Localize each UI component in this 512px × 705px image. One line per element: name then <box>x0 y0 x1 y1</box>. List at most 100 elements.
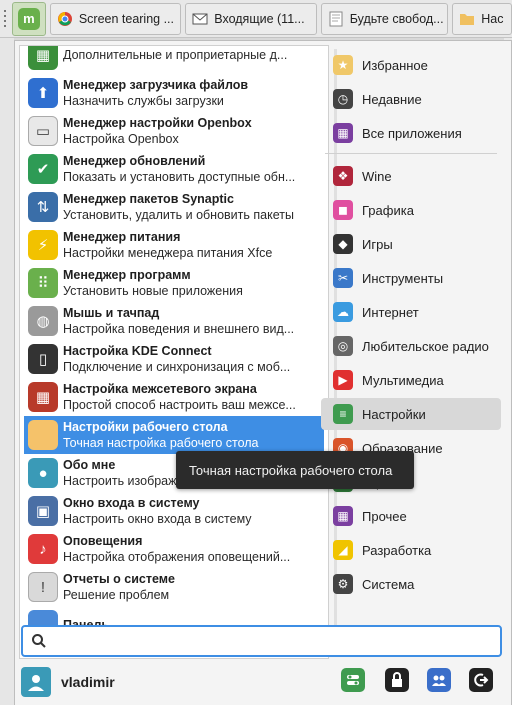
login-icon: ▣ <box>28 496 58 526</box>
app-name: Оповещения <box>63 534 143 548</box>
shield-icon: ✔ <box>28 154 58 184</box>
app-item[interactable]: ♪ Оповещения Настройка отображения оповеще… <box>24 530 324 568</box>
category-label: Игры <box>362 236 393 252</box>
category-gear[interactable]: ⚙ Система <box>321 568 501 600</box>
app-texts: Дополнительные и проприетарные д... <box>63 47 321 63</box>
task-document[interactable]: Будьте свобод... <box>320 2 449 35</box>
app-item[interactable]: ▣ Окно входа в систему Настроить окно вход… <box>24 492 324 530</box>
app-description: Простой способ настроить ваш межсе... <box>63 398 296 412</box>
scissors-icon: ✂ <box>333 268 353 288</box>
category-apps[interactable]: ▦ Все приложения <box>321 117 501 149</box>
category-clock[interactable]: ◷ Недавние <box>321 83 501 115</box>
settings-button[interactable] <box>341 668 365 692</box>
category-radio[interactable]: ◎ Любительское радио <box>321 330 501 362</box>
app-texts: Окно входа в систему Настроить окно входа… <box>63 495 321 527</box>
category-separator <box>325 153 497 154</box>
app-item[interactable]: ⇅ Менеджер пакетов Synaptic Установить, уд… <box>24 188 324 226</box>
app-name: Менеджер настройки Openbox <box>63 116 252 130</box>
avatar[interactable] <box>21 667 51 697</box>
category-cloud[interactable]: ☁ Интернет <box>321 296 501 328</box>
app-description: Настройка поведения и внешнего вид... <box>63 322 295 336</box>
mouse-icon: ◍ <box>28 306 58 336</box>
app-name: Настройка KDE Connect <box>63 344 212 358</box>
task-label: Будьте свобод... <box>349 11 444 26</box>
category-scissors[interactable]: ✂ Инструменты <box>321 262 501 294</box>
category-label: Система <box>362 576 415 592</box>
app-description: Установить, удалить и обновить пакеты <box>63 208 294 222</box>
category-graphics[interactable]: ◼ Графика <box>321 194 501 226</box>
category-dev[interactable]: ◢ Разработка <box>321 534 501 566</box>
app-item[interactable]: ◍ Мышь и тачпад Настройка поведения и внеш… <box>24 302 324 340</box>
app-description: Решение проблем <box>63 588 170 602</box>
app-name: Окно входа в систему <box>63 496 200 510</box>
application-menu: ▦ Дополнительные и проприетарные д... ⬆ Мен… <box>14 40 512 705</box>
task-mail[interactable]: Входящие (11... <box>185 2 317 35</box>
category-label: Инструменты <box>362 270 444 286</box>
app-name: Настройки рабочего стола <box>63 420 228 434</box>
category-gamepad[interactable]: ◆ Игры <box>321 228 501 260</box>
app-description: Подключение и синхронизация с моб... <box>63 360 291 374</box>
app-item[interactable]: ! Отчеты о системе Решение проблем <box>24 568 324 606</box>
category-label: Мультимедиа <box>362 372 444 388</box>
task-label: Screen tearing ... <box>78 11 175 26</box>
search-icon <box>32 634 46 648</box>
driver-icon: ▦ <box>28 46 58 70</box>
category-label: Графика <box>362 202 414 218</box>
folder-icon <box>460 13 475 25</box>
lock-icon <box>392 672 402 687</box>
logout-button[interactable] <box>469 668 493 692</box>
switch-user-button[interactable] <box>427 668 451 692</box>
radio-icon: ◎ <box>333 336 353 356</box>
firewall-icon: ▦ <box>28 382 58 412</box>
wine-icon: ❖ <box>333 166 353 186</box>
app-description: Назначить службы загрузки <box>63 94 224 108</box>
cloud-icon: ☁ <box>333 302 353 322</box>
desktop-icon <box>28 420 58 450</box>
app-item[interactable]: ▦ Настройка межсетевого экрана Простой спо… <box>24 378 324 416</box>
app-item[interactable]: Настройки рабочего стола Точная настройка… <box>24 416 324 454</box>
task-browser[interactable]: Screen tearing ... <box>49 2 182 35</box>
category-label: Настройки <box>362 406 426 422</box>
category-play[interactable]: ▶ Мультимедиа <box>321 364 501 396</box>
app-item[interactable]: ⠿ Менеджер программ Установить новые прило… <box>24 264 324 302</box>
app-texts: Менеджер загрузчика файлов Назначить служ… <box>63 77 321 109</box>
app-texts: Менеджер программ Установить новые прилож… <box>63 267 321 299</box>
lock-button[interactable] <box>385 668 409 692</box>
package-icon: ⇅ <box>28 192 58 222</box>
app-item[interactable]: ⚡ Менеджер питания Настройки менеджера пит… <box>24 226 324 264</box>
app-texts: Менеджер обновлений Показать и установить… <box>63 153 321 185</box>
category-label: Прочее <box>362 508 407 524</box>
app-item[interactable]: ✔ Менеджер обновлений Показать и установит… <box>24 150 324 188</box>
category-label: Все приложения <box>362 125 462 141</box>
app-name: Настройка межсетевого экрана <box>63 382 257 396</box>
category-label: Разработка <box>362 542 432 558</box>
settings-toggle-icon: ≡ <box>333 404 353 424</box>
app-list[interactable]: ▦ Дополнительные и проприетарные д... ⬆ Мен… <box>19 45 329 659</box>
report-icon: ! <box>28 572 58 602</box>
category-star[interactable]: ★ Избранное <box>321 49 501 81</box>
app-texts: Оповещения Настройка отображения оповещен… <box>63 533 321 565</box>
app-item[interactable]: ⬆ Менеджер загрузчика файлов Назначить слу… <box>24 74 324 112</box>
taskbar-grip[interactable] <box>0 0 10 38</box>
task-folder[interactable]: Нас <box>452 2 512 35</box>
mint-logo-icon: m <box>17 7 40 30</box>
bell-icon: ♪ <box>28 534 58 564</box>
search-box[interactable] <box>21 625 502 657</box>
category-wine[interactable]: ❖ Wine <box>321 160 501 192</box>
task-label: Входящие (11... <box>214 11 305 26</box>
graphics-icon: ◼ <box>333 200 353 220</box>
clock-icon: ◷ <box>333 89 353 109</box>
app-item[interactable]: ▭ Менеджер настройки Openbox Настройка Ope… <box>24 112 324 150</box>
menu-button[interactable]: m <box>11 1 46 36</box>
app-description: Дополнительные и проприетарные д... <box>63 48 288 62</box>
logout-icon <box>474 673 489 687</box>
search-input[interactable] <box>55 633 500 649</box>
app-description: Настройка отображения оповещений... <box>63 550 291 564</box>
app-texts: Мышь и тачпад Настройка поведения и внешн… <box>63 305 321 337</box>
category-misc[interactable]: ▦ Прочее <box>321 500 501 532</box>
chrome-icon <box>57 11 72 26</box>
category-settings-toggle[interactable]: ≡ Настройки <box>321 398 501 430</box>
app-item[interactable]: ▯ Настройка KDE Connect Подключение и синх… <box>24 340 324 378</box>
app-name: Менеджер программ <box>63 268 191 282</box>
app-item[interactable]: ▦ Дополнительные и проприетарные д... <box>24 46 324 74</box>
